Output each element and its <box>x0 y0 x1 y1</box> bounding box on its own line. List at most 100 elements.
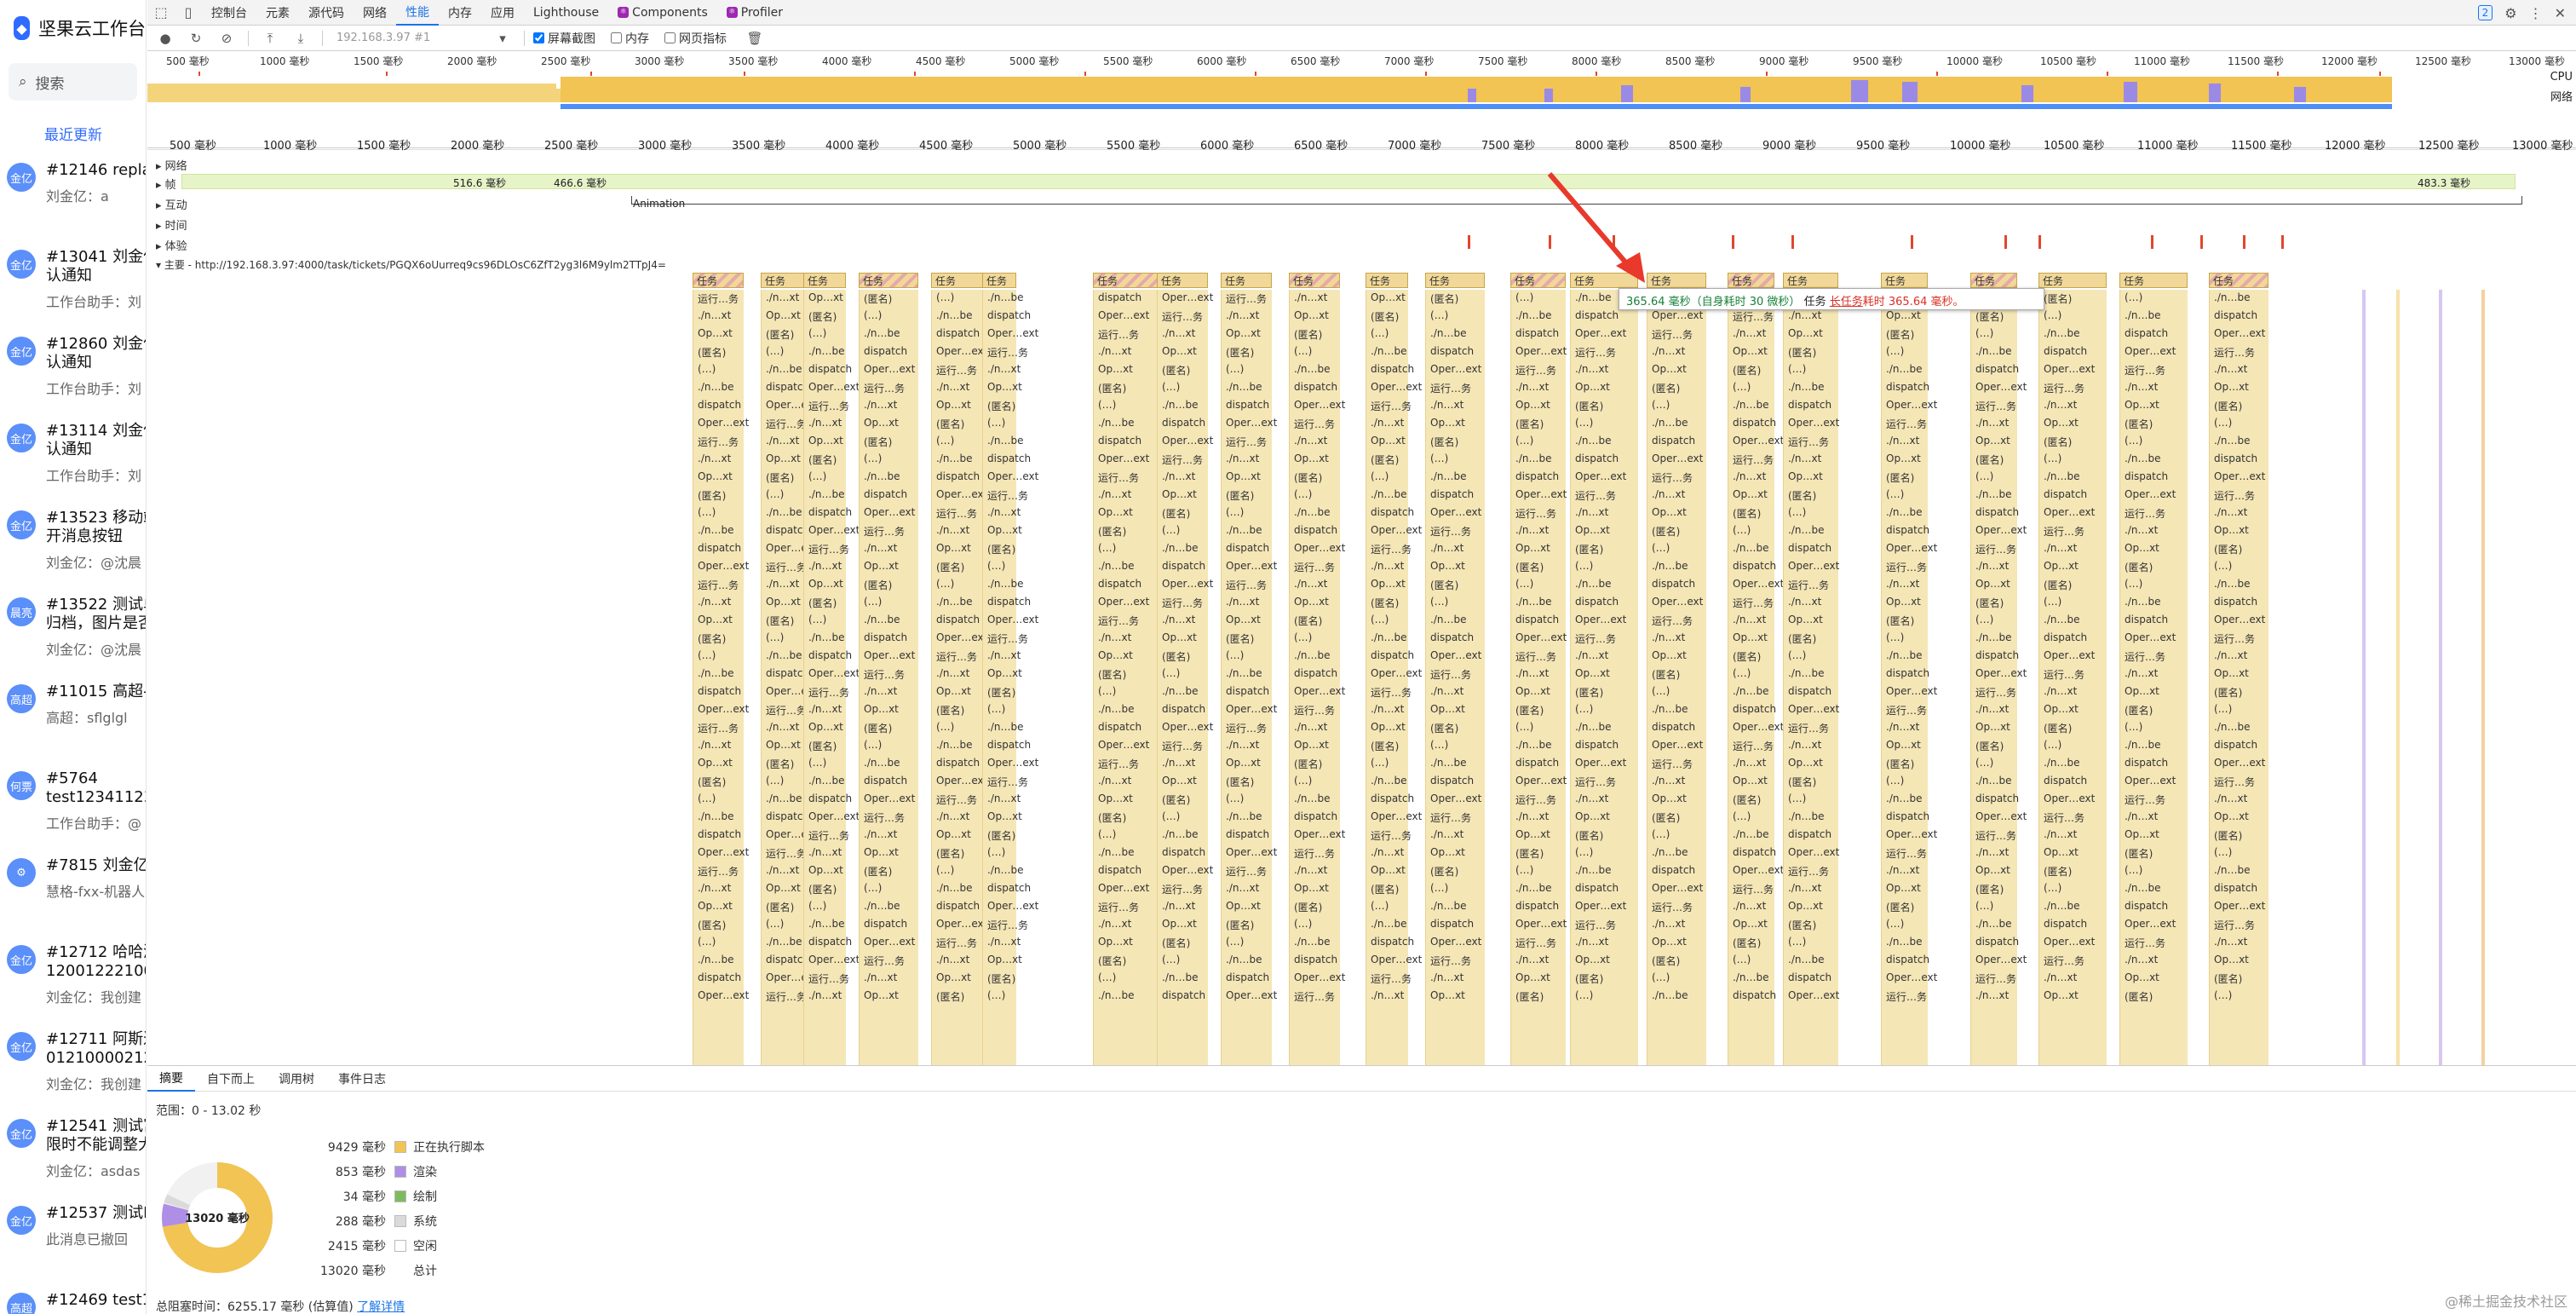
conversation-item[interactable]: 金亿 #12541 测试富限时不能调整大刘金亿：asdas <box>0 1107 146 1192</box>
track-interactions[interactable]: ▸ 互动 <box>156 196 187 212</box>
conversation-item[interactable]: 高超 #12469 test1 <box>0 1281 146 1314</box>
conversation-item[interactable]: 金亿 #12146 replac 刘金亿：a <box>0 151 146 236</box>
tooltip-long-task-link[interactable]: 长任务 <box>1830 296 1863 308</box>
task-block[interactable]: 任务 <box>859 273 918 288</box>
learn-more-link[interactable]: 了解详情 <box>357 1300 405 1314</box>
call-frame-label: ./n…be <box>987 721 1024 733</box>
track-timings[interactable]: ▸ 时间 <box>156 216 187 233</box>
record-icon[interactable]: ● <box>152 27 178 49</box>
task-block[interactable]: 任务 <box>761 273 808 288</box>
tab-8[interactable]: ⚛ Components <box>608 0 717 26</box>
upload-icon[interactable]: ⤒ <box>257 27 283 49</box>
bottom-tab-1[interactable]: 自下而上 <box>195 1066 267 1092</box>
call-frame-label: ./n…xt <box>1652 345 1686 357</box>
screenshot-checkbox[interactable]: 屏幕截图 <box>533 30 595 47</box>
task-block[interactable]: 任务 <box>2209 273 2268 288</box>
task-block[interactable]: 任务 <box>1289 273 1340 288</box>
webvitals-checkbox[interactable]: 网页指标 <box>664 30 727 47</box>
recent-updates-link[interactable]: 最近更新 <box>0 123 146 144</box>
tab-9[interactable]: ⚛ Profiler <box>717 0 792 26</box>
call-frame-label: (匿名) <box>864 866 893 878</box>
flame-chart[interactable]: 任务运行…务 ./n…xt Op…xt (匿名) (…) ./n…be dispatch Op… <box>147 273 2576 1065</box>
track-frames[interactable]: ▸ 帧 <box>156 176 176 192</box>
task-block[interactable]: 任务 <box>1157 273 1208 288</box>
timeline-overview[interactable]: 500 毫秒 1000 毫秒 1500 毫秒 2000 毫秒 2500 毫秒 3000 毫… <box>147 51 2576 148</box>
gear-icon[interactable]: ⚙ <box>2504 5 2516 21</box>
recording-select[interactable]: 192.168.3.97 #1 <box>331 32 485 44</box>
conversation-item[interactable]: 金亿 #12860 刘金亿认通知工作台助手：刘 <box>0 325 146 410</box>
call-frame-label: (匿名) <box>766 902 795 913</box>
call-frame-label: 运行…务 <box>1294 418 1336 430</box>
task-block[interactable]: 任务 <box>1221 273 1272 288</box>
tab-1[interactable]: 元素 <box>256 0 299 26</box>
call-frame-label: (…) <box>936 721 955 733</box>
legend-label: 绘制 <box>413 1190 437 1204</box>
memory-checkbox[interactable]: 内存 <box>611 30 649 47</box>
call-frame-label: Op…xt <box>698 470 733 482</box>
call-frame-label: Op…xt <box>2214 381 2249 393</box>
bottom-tab-2[interactable]: 调用树 <box>267 1066 326 1092</box>
bottom-tab-0[interactable]: 摘要 <box>147 1066 195 1092</box>
call-frame-label: (…) <box>1162 667 1181 679</box>
call-frame-label: ./n…xt <box>1162 757 1196 769</box>
issues-badge[interactable]: 2 <box>2477 5 2493 20</box>
call-frame-label: 运行…务 <box>1652 329 1693 341</box>
call-frame-label: Oper…ext <box>1098 739 1150 751</box>
more-menu-icon[interactable]: ⋮ <box>2529 5 2543 21</box>
task-block[interactable]: 任务 <box>1425 273 1485 288</box>
conversation-item[interactable]: 金亿 #13041 刘金亿认通知工作台助手：刘 <box>0 238 146 323</box>
conversation-item[interactable]: 何票 #5764 test12341123 工作台助手：@ <box>0 759 146 844</box>
avatar: 金亿 <box>7 424 36 452</box>
conversation-item[interactable]: 金亿 #13523 移动端开消息按钮刘金亿：@沈晨 <box>0 499 146 584</box>
main-thread-header[interactable]: ▾ 主要 - http://192.168.3.97:4000/task/tic… <box>156 257 666 272</box>
overview-tick-label: 8000 毫秒 <box>1572 55 1622 67</box>
task-block[interactable]: 任务 <box>982 273 1016 288</box>
task-block[interactable]: 任务 <box>1366 273 1408 288</box>
call-frame-label: ./n…xt <box>766 291 800 303</box>
trash-icon[interactable]: 🗑 <box>742 27 768 49</box>
call-frame-label: Op…xt <box>1975 578 2010 590</box>
task-block[interactable]: 任务 <box>2038 273 2107 288</box>
task-block[interactable]: 任务 <box>803 273 846 288</box>
task-block[interactable]: 任务 <box>1093 273 1161 288</box>
device-toolbar-icon[interactable]: ▯ <box>175 0 202 26</box>
track-network[interactable]: ▸ 网络 <box>156 157 187 173</box>
tab-2[interactable]: 源代码 <box>299 0 354 26</box>
call-frame-label: ./n…be <box>2044 470 2080 482</box>
tab-4[interactable]: 性能 <box>396 0 439 26</box>
task-block[interactable]: 任务 <box>1881 273 1928 288</box>
call-frame-label: dispatch <box>1430 345 1475 357</box>
task-block[interactable]: 任务 <box>1783 273 1838 288</box>
bottom-tab-3[interactable]: 事件日志 <box>326 1066 398 1092</box>
task-block[interactable]: 任务 <box>2119 273 2188 288</box>
download-icon[interactable]: ⤓ <box>288 27 313 49</box>
conversation-item[interactable]: 金亿 #13114 刘金亿认通知工作台助手：刘 <box>0 412 146 497</box>
main-thread-url: 主要 - http://192.168.3.97:4000/task/ticke… <box>164 259 666 271</box>
tab-5[interactable]: 内存 <box>439 0 481 26</box>
call-frame-label: 运行…务 <box>1430 526 1472 538</box>
conversation-item[interactable]: 金亿 #12711 阿斯达01210000212 刘金亿：我创建 <box>0 1020 146 1105</box>
clear-icon[interactable]: ⊘ <box>214 27 239 49</box>
tab-7[interactable]: Lighthouse <box>524 0 608 26</box>
tab-6[interactable]: 应用 <box>481 0 524 26</box>
call-frame-label: 运行…务 <box>1430 955 1472 967</box>
search-input[interactable]: ⌕ 搜索 <box>9 63 137 101</box>
task-block[interactable]: 任务 <box>1970 273 2017 288</box>
conversation-item[interactable]: 晨亮 #13522 测试单归档，图片是否刘金亿：@沈晨 <box>0 585 146 671</box>
conversation-item[interactable]: 金亿 #12537 测试IM 此消息已撤回 <box>0 1194 146 1279</box>
conversation-item[interactable]: 高超 #11015 高超- 高超：sflglgl <box>0 672 146 758</box>
tab-3[interactable]: 网络 <box>354 0 396 26</box>
close-icon[interactable]: ✕ <box>2555 5 2566 21</box>
call-frame-label: (…) <box>1788 936 1807 948</box>
task-block[interactable]: 任务 <box>1728 273 1774 288</box>
call-frame-label: 运行…务 <box>1886 991 1928 1003</box>
reload-record-icon[interactable]: ↻ <box>183 27 209 49</box>
chevron-down-icon[interactable]: ▾ <box>490 27 515 49</box>
conversation-item[interactable]: ⚙ #7815 刘金亿2 慧格-fxx-机器人 <box>0 846 146 931</box>
task-block[interactable]: 任务 <box>693 273 744 288</box>
call-frame-label: (…) <box>1162 810 1181 822</box>
inspect-element-icon[interactable]: ⬚ <box>147 0 175 26</box>
tab-0[interactable]: 控制台 <box>202 0 256 26</box>
conversation-item[interactable]: 金亿 #12712 哈哈测12001222100 刘金亿：我创建 <box>0 933 146 1018</box>
call-frame-label: dispatch <box>936 900 980 912</box>
